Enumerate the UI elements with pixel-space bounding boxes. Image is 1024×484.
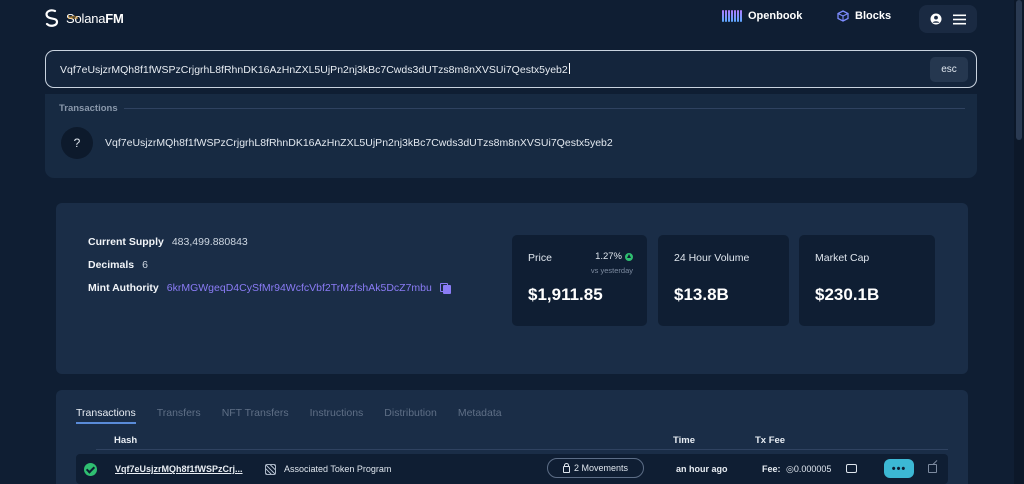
- success-check-icon: [84, 463, 97, 476]
- program-icon: [265, 464, 276, 475]
- nav-openbook[interactable]: Openbook: [722, 10, 802, 22]
- price-value: $1,911.85: [528, 285, 603, 304]
- tx-hash-link[interactable]: Vqf7eUsjzrMQh8f1fWSPzCrj...: [115, 464, 243, 474]
- more-options-button[interactable]: •••: [884, 459, 914, 478]
- program-name[interactable]: Associated Token Program: [284, 464, 391, 474]
- nav-blocks-label: Blocks: [855, 10, 892, 22]
- blocks-cube-icon: [837, 10, 849, 22]
- price-change: 1.27%: [595, 251, 633, 262]
- mint-authority-row: Mint Authority 6krMGWgeqD4CySfMr94WcfcVb…: [88, 282, 451, 294]
- movements-button[interactable]: 2 Movements: [547, 458, 644, 478]
- decimals-row: Decimals 6: [88, 259, 148, 271]
- copy-icon[interactable]: [439, 283, 451, 294]
- user-circle-icon[interactable]: [930, 13, 942, 25]
- mint-authority-link[interactable]: 6krMGWgeqD4CySfMr94WcfcVbf2TrMzfshAk5DcZ…: [167, 282, 432, 294]
- beta-tag: beta: [68, 15, 78, 21]
- tx-time: an hour ago: [676, 464, 728, 474]
- price-change-period: vs yesterday: [590, 266, 633, 275]
- search-input[interactable]: Vqf7eUsjzrMQh8f1fWSPzCrjgrhL8fRhnDK16AzH…: [45, 50, 977, 88]
- solanafm-logo-icon: [45, 9, 59, 27]
- decimals-label: Decimals: [88, 259, 135, 271]
- price-change-value: 1.27%: [595, 251, 622, 262]
- results-section-label: Transactions: [59, 103, 118, 114]
- current-supply-value: 483,499.880843: [171, 236, 248, 248]
- top-header: SolanaFM beta Openbook Blocks: [0, 0, 1014, 38]
- fee-label: Fee:: [762, 464, 781, 474]
- mint-authority-label: Mint Authority: [88, 282, 159, 294]
- openbook-bars-icon: [722, 10, 742, 22]
- price-stat-card: Price 1.27% vs yesterday $1,911.85: [512, 235, 647, 326]
- current-supply-label: Current Supply: [88, 236, 164, 248]
- tab-nft-transfers[interactable]: NFT Transfers: [222, 407, 289, 424]
- column-tx-fee: Tx Fee: [755, 435, 786, 446]
- market-cap-value: $230.1B: [815, 285, 880, 304]
- column-time: Time: [673, 435, 696, 446]
- volume-stat-card: 24 Hour Volume $13.8B: [658, 235, 789, 326]
- external-link-icon[interactable]: [928, 464, 937, 473]
- tabs-bar: Transactions Transfers NFT Transfers Ins…: [76, 407, 502, 424]
- nav-openbook-label: Openbook: [748, 10, 803, 22]
- tab-transactions[interactable]: Transactions: [76, 407, 136, 424]
- fee-value: ◎0.000005: [786, 464, 832, 474]
- tab-distribution[interactable]: Distribution: [384, 407, 437, 424]
- tab-metadata[interactable]: Metadata: [458, 407, 502, 424]
- lock-icon: [562, 462, 570, 473]
- trend-up-icon: [625, 252, 633, 261]
- volume-label: 24 Hour Volume: [674, 252, 750, 264]
- unknown-question-icon: ?: [61, 127, 93, 159]
- section-divider: [123, 108, 965, 109]
- scrollbar-thumb[interactable]: [1016, 0, 1022, 140]
- table-row[interactable]: Vqf7eUsjzrMQh8f1fWSPzCrj... Associated T…: [76, 454, 948, 484]
- market-cap-stat-card: Market Cap $230.1B: [799, 235, 935, 326]
- price-label: Price: [528, 252, 552, 264]
- search-result-item[interactable]: ? Vqf7eUsjzrMQh8f1fWSPzCrjgrhL8fRhnDK16A…: [61, 127, 613, 159]
- header-divider: [96, 449, 948, 450]
- receipt-icon[interactable]: [846, 464, 857, 473]
- results-section-header: Transactions: [59, 103, 965, 114]
- solanafm-logo[interactable]: SolanaFM: [44, 9, 124, 27]
- current-supply-row: Current Supply 483,499.880843: [88, 236, 248, 248]
- token-info-card: Current Supply 483,499.880843 Decimals 6…: [56, 203, 968, 374]
- user-menu: [919, 5, 977, 33]
- page-scrollbar[interactable]: [1014, 0, 1024, 484]
- search-results-dropdown: Transactions ? Vqf7eUsjzrMQh8f1fWSPzCrjg…: [45, 94, 977, 178]
- volume-value: $13.8B: [674, 285, 729, 304]
- tab-instructions[interactable]: Instructions: [310, 407, 364, 424]
- movements-label: 2 Movements: [573, 463, 629, 473]
- decimals-value: 6: [142, 259, 148, 271]
- tab-transfers[interactable]: Transfers: [157, 407, 201, 424]
- search-result-hash[interactable]: Vqf7eUsjzrMQh8f1fWSPzCrjgrhL8fRhnDK16AzH…: [105, 137, 613, 149]
- esc-button[interactable]: esc: [930, 57, 968, 82]
- transactions-panel: Transactions Transfers NFT Transfers Ins…: [56, 390, 968, 484]
- hamburger-menu-icon[interactable]: [952, 14, 966, 25]
- search-input-value[interactable]: Vqf7eUsjzrMQh8f1fWSPzCrjgrhL8fRhnDK16AzH…: [60, 63, 570, 76]
- market-cap-label: Market Cap: [815, 252, 870, 264]
- column-hash: Hash: [114, 435, 138, 446]
- nav-blocks[interactable]: Blocks: [837, 10, 891, 22]
